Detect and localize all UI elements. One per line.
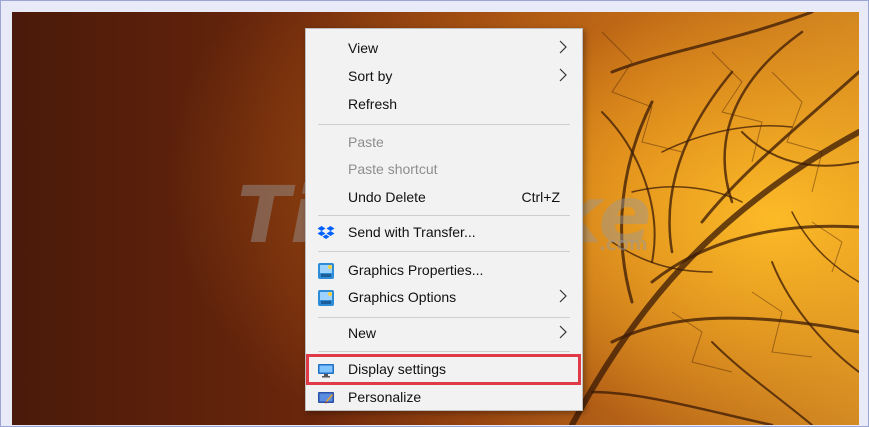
menu-separator: [318, 251, 570, 252]
chevron-right-icon: [559, 325, 567, 339]
menu-item-label: Send with Transfer...: [348, 224, 476, 240]
intel-graphics-icon: [318, 290, 334, 306]
menu-item-new[interactable]: New: [306, 321, 582, 347]
dropbox-icon: [317, 226, 335, 239]
menu-item-label: Undo Delete: [348, 189, 426, 205]
menu-item-paste[interactable]: Paste: [306, 130, 582, 156]
menu-item-shortcut: Ctrl+Z: [521, 189, 561, 205]
highlight-box: [306, 354, 581, 385]
chevron-right-icon: [559, 68, 567, 82]
menu-item-label: Graphics Options: [348, 289, 457, 305]
menu-item-label: Personalize: [348, 389, 422, 405]
menu-separator: [318, 124, 570, 125]
menu-item-personalize[interactable]: Personalize: [306, 385, 582, 411]
menu-item-graphics-options[interactable]: Graphics Options: [306, 285, 582, 311]
menu-item-view[interactable]: View: [306, 36, 582, 62]
menu-item-refresh[interactable]: Refresh: [306, 92, 582, 118]
menu-item-label: Paste: [348, 134, 384, 150]
chevron-right-icon: [559, 40, 567, 54]
svg-text:.com: .com: [599, 234, 648, 255]
menu-item-label: View: [348, 40, 379, 56]
menu-item-undo-delete[interactable]: Undo Delete Ctrl+Z: [306, 185, 582, 211]
menu-item-paste-shortcut[interactable]: Paste shortcut: [306, 157, 582, 183]
chevron-right-icon: [559, 289, 567, 303]
menu-item-label: Sort by: [348, 68, 393, 84]
menu-item-label: Refresh: [348, 96, 398, 112]
menu-item-label: Graphics Properties...: [348, 262, 484, 278]
desktop-context-menu: View Sort by Refresh Paste Paste shortcu…: [305, 28, 583, 411]
personalize-icon: [318, 392, 334, 404]
menu-item-label: New: [348, 325, 377, 341]
menu-item-label: Paste shortcut: [348, 161, 438, 177]
menu-item-graphics-properties[interactable]: Graphics Properties...: [306, 258, 582, 284]
menu-item-sort-by[interactable]: Sort by: [306, 64, 582, 90]
menu-item-send-with-transfer[interactable]: Send with Transfer...: [306, 220, 582, 246]
menu-separator: [318, 215, 570, 216]
menu-separator: [318, 351, 570, 352]
intel-graphics-icon: [318, 263, 334, 279]
menu-separator: [318, 317, 570, 318]
